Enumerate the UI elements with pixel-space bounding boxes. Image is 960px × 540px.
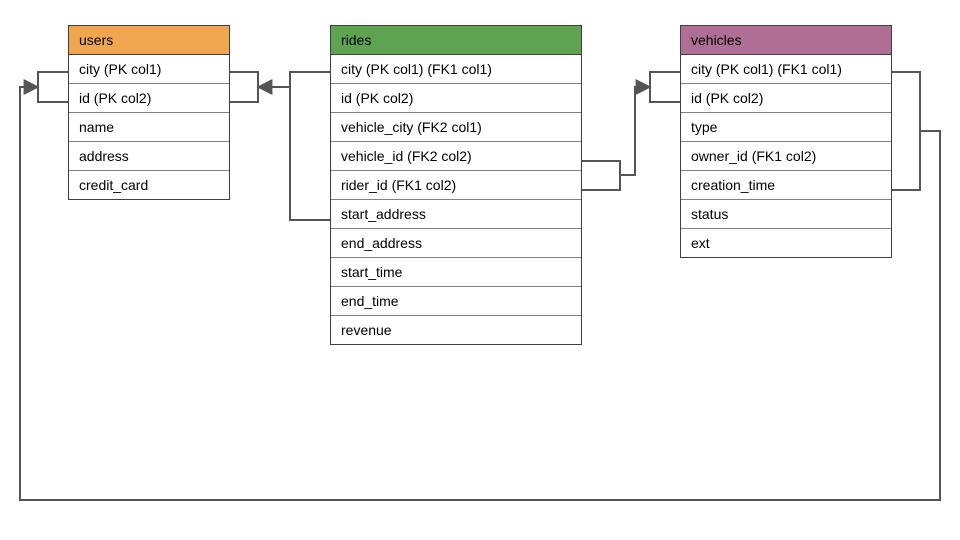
conn-rides-fk1-bracket	[290, 72, 330, 220]
entity-vehicles: vehicles city (PK col1) (FK1 col1) id (P…	[680, 25, 892, 258]
col: id (PK col2)	[69, 84, 229, 113]
col: creation_time	[681, 171, 891, 200]
col: id (PK col2)	[681, 84, 891, 113]
col: id (PK col2)	[331, 84, 581, 113]
col: address	[69, 142, 229, 171]
col: ext	[681, 229, 891, 257]
entity-users: users city (PK col1) id (PK col2) name a…	[68, 25, 230, 200]
col: revenue	[331, 316, 581, 344]
conn-users-pk-bracket-left	[38, 72, 68, 102]
col: end_time	[331, 287, 581, 316]
entity-rides: rides city (PK col1) (FK1 col1) id (PK c…	[330, 25, 582, 345]
col: start_address	[331, 200, 581, 229]
conn-vehicles-fk1-bracket	[890, 72, 920, 190]
col: credit_card	[69, 171, 229, 199]
col: rider_id (FK1 col2)	[331, 171, 581, 200]
er-diagram: users city (PK col1) id (PK col2) name a…	[0, 0, 960, 540]
col: owner_id (FK1 col2)	[681, 142, 891, 171]
col: status	[681, 200, 891, 229]
col: name	[69, 113, 229, 142]
entity-rides-header: rides	[331, 26, 581, 55]
col: city (PK col1)	[69, 55, 229, 84]
col: vehicle_id (FK2 col2)	[331, 142, 581, 171]
col: start_time	[331, 258, 581, 287]
conn-users-pk-bracket-right	[228, 72, 258, 102]
conn-rides-fk2-bracket	[580, 161, 620, 190]
entity-users-header: users	[69, 26, 229, 55]
col: type	[681, 113, 891, 142]
conn-vehicles-pk-bracket-left	[650, 72, 680, 102]
col: city (PK col1) (FK1 col1)	[681, 55, 891, 84]
col: city (PK col1) (FK1 col1)	[331, 55, 581, 84]
entity-vehicles-header: vehicles	[681, 26, 891, 55]
conn-rides-to-vehicles-arrow	[620, 87, 650, 175]
col: vehicle_city (FK2 col1)	[331, 113, 581, 142]
col: end_address	[331, 229, 581, 258]
